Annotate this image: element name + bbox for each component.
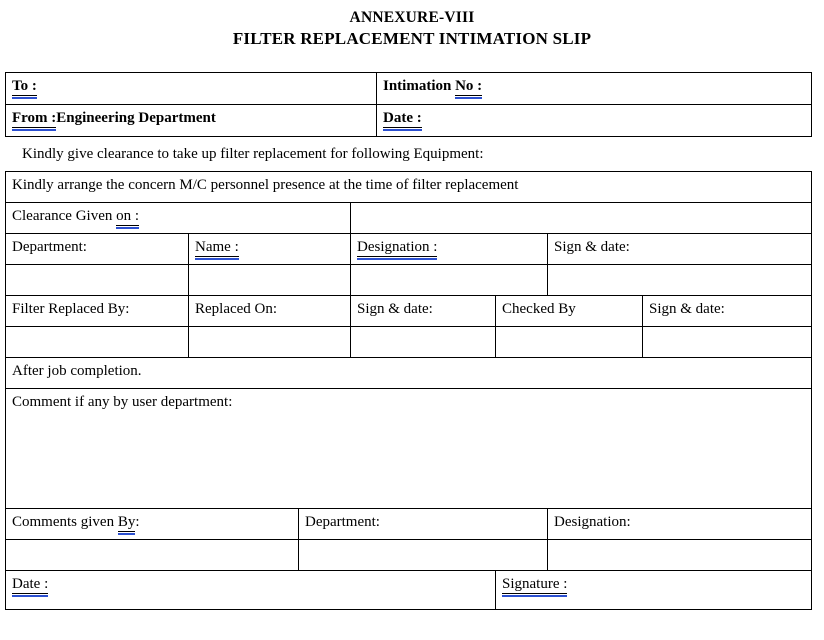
personnel-sign-date-value[interactable] <box>546 264 813 296</box>
replaced-on-header: Replaced On: <box>188 295 351 327</box>
page-title: FILTER REPLACEMENT INTIMATION SLIP <box>232 29 592 48</box>
table-row: After job completion. <box>4 357 813 389</box>
sign-date-2-value[interactable] <box>641 326 813 358</box>
date-label: Date : <box>383 110 422 131</box>
main-form-table: Kindly arrange the concern M/C personnel… <box>4 171 813 610</box>
sign-date-2-header: Sign & date: <box>641 295 813 327</box>
table-row: Filter Replaced By: Replaced On: Sign & … <box>5 295 813 327</box>
filter-replaced-by-value[interactable] <box>5 326 189 358</box>
intimation-no-label: No : <box>455 78 483 99</box>
personnel-designation-header: Designation : <box>357 239 438 260</box>
comments-department-value[interactable] <box>298 539 548 571</box>
personnel-department-header: Department: <box>5 233 189 265</box>
to-label: To : <box>12 78 37 99</box>
comments-given-by-suffix: : <box>135 514 140 530</box>
comment-cell[interactable]: Comment if any by user department: <box>4 388 813 509</box>
to-cell[interactable]: To : <box>5 72 377 105</box>
checked-by-value[interactable] <box>495 326 643 358</box>
personnel-name-header: Name : <box>195 239 239 260</box>
personnel-department-value[interactable] <box>5 264 189 296</box>
table-row: Kindly arrange the concern M/C personnel… <box>4 171 813 203</box>
clearance-given-label-cell: Clearance Given on : <box>5 202 351 234</box>
annexure-title: ANNEXURE-VIII <box>349 9 475 26</box>
comments-given-by-value[interactable] <box>5 539 299 571</box>
comments-department-header: Department: <box>298 508 548 540</box>
comments-given-by-underlined: By <box>117 514 136 535</box>
after-job-completion-cell: After job completion. <box>4 357 813 389</box>
clearance-on-label: on : <box>116 208 140 229</box>
filter-replaced-by-header: Filter Replaced By: <box>5 295 189 327</box>
personnel-designation-header-cell: Designation : <box>350 233 548 265</box>
intimation-label: Intimation <box>383 78 456 94</box>
table-row: To : Intimation No : <box>5 72 812 105</box>
table-row <box>5 264 813 296</box>
table-row: Clearance Given on : <box>5 202 813 234</box>
title-block: ANNEXURE-VIII FILTER REPLACEMENT INTIMAT… <box>0 0 824 50</box>
notice-cell: Kindly arrange the concern M/C personnel… <box>4 171 813 203</box>
personnel-sign-date-header: Sign & date: <box>546 233 813 265</box>
footer-date-cell[interactable]: Date : <box>5 570 496 610</box>
personnel-designation-value[interactable] <box>350 264 548 296</box>
header-table: To : Intimation No : From :Engineering D… <box>5 72 812 137</box>
table-row: From :Engineering Department Date : <box>5 104 812 137</box>
comments-designation-header: Designation: <box>546 508 813 540</box>
sign-date-1-header: Sign & date: <box>350 295 496 327</box>
table-row: Comment if any by user department: <box>4 388 813 509</box>
comments-designation-value[interactable] <box>546 539 813 571</box>
table-row: Department: Name : Designation : Sign & … <box>5 233 813 265</box>
comments-given-by-header-cell: Comments given By: <box>5 508 299 540</box>
intro-text: Kindly give clearance to take up filter … <box>22 146 484 162</box>
table-row: Date : Signature : <box>5 570 813 610</box>
table-row <box>5 539 813 571</box>
personnel-name-header-cell: Name : <box>188 233 351 265</box>
comment-label: Comment if any by user department: <box>12 394 233 410</box>
clearance-given-label: Clearance Given <box>12 208 117 224</box>
from-label: From : <box>12 110 57 131</box>
from-value: Engineering Department <box>56 110 216 126</box>
table-row: Comments given By: Department: Designati… <box>5 508 813 540</box>
personnel-name-value[interactable] <box>188 264 351 296</box>
comments-given-by-label: Comments given <box>12 514 118 530</box>
clearance-given-value-cell[interactable] <box>349 202 813 234</box>
replaced-on-value[interactable] <box>188 326 351 358</box>
footer-signature-cell[interactable]: Signature : <box>494 570 813 610</box>
title-spacer <box>0 50 824 72</box>
table-row <box>5 326 813 358</box>
from-cell[interactable]: From :Engineering Department <box>5 104 377 137</box>
footer-signature-label: Signature : <box>502 576 568 597</box>
footer-date-label: Date : <box>12 576 49 597</box>
sign-date-1-value[interactable] <box>350 326 496 358</box>
document-page: ANNEXURE-VIII FILTER REPLACEMENT INTIMAT… <box>0 0 824 640</box>
date-cell[interactable]: Date : <box>376 104 812 137</box>
intimation-no-cell[interactable]: Intimation No : <box>376 72 812 105</box>
checked-by-header: Checked By <box>495 295 643 327</box>
